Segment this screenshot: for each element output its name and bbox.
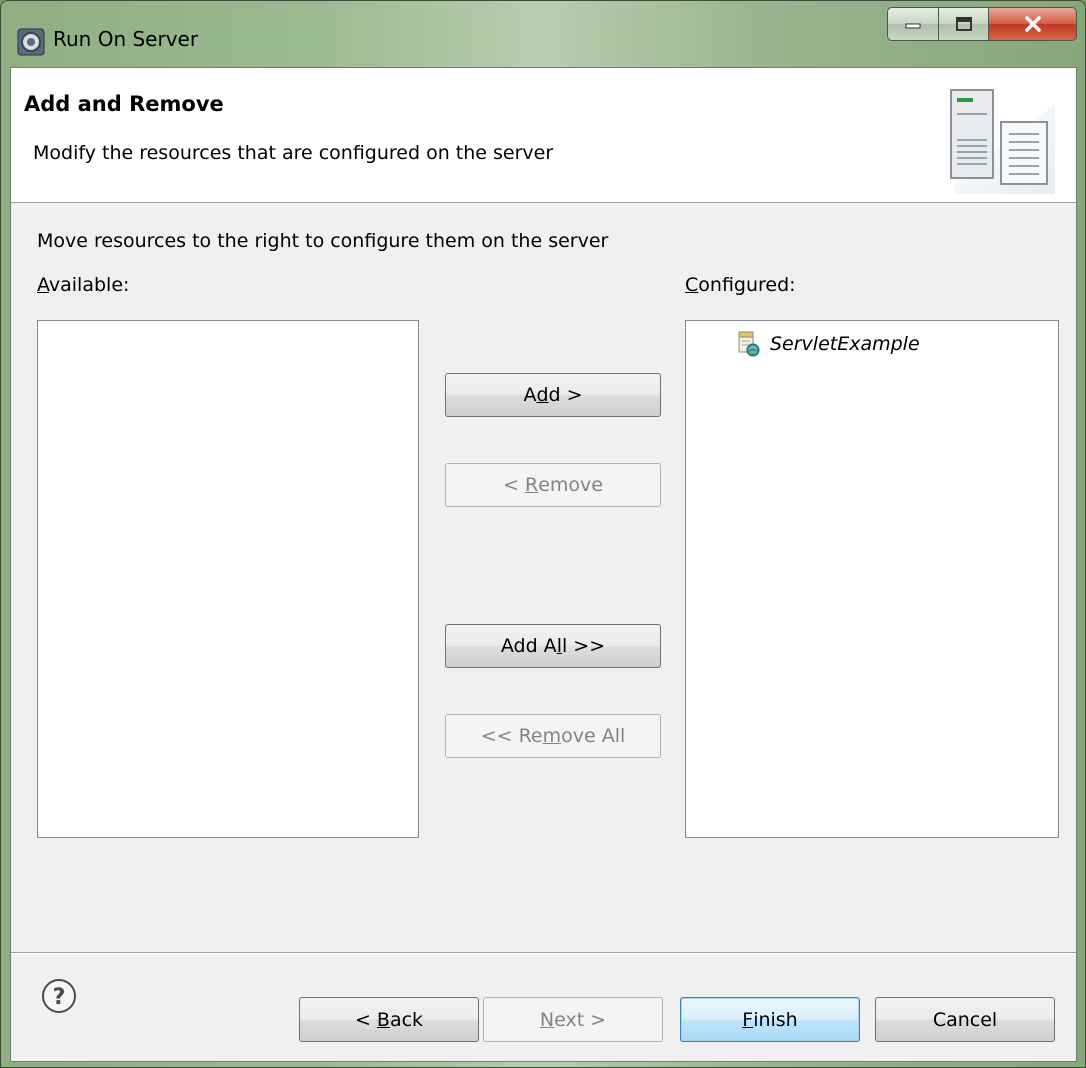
add-all-button[interactable]: Add All >>: [445, 624, 661, 668]
back-button[interactable]: < Back: [299, 997, 479, 1042]
list-item-label: ServletExample: [770, 333, 920, 355]
configured-label: Configured:: [685, 274, 796, 296]
dialog-client-area: Add and Remove Modify the resources that…: [10, 67, 1077, 1062]
remove-button[interactable]: < Remove: [445, 463, 661, 507]
title-bar[interactable]: Run On Server: [1, 1, 1085, 67]
next-button[interactable]: Next >: [483, 997, 663, 1042]
add-button[interactable]: Add >: [445, 373, 661, 417]
page-description: Modify the resources that are configured…: [33, 142, 554, 164]
remove-all-button[interactable]: << Re m ove All: [445, 714, 661, 758]
web-project-icon: [738, 331, 760, 357]
finish-button[interactable]: Finish: [680, 997, 860, 1042]
run-on-server-window: Run On Server Add and Remove Modify the …: [0, 0, 1086, 1068]
svg-text:?: ?: [53, 985, 66, 1010]
close-button[interactable]: [989, 7, 1077, 41]
server-wizard-icon: [950, 89, 1055, 194]
server-gear-icon: [17, 28, 45, 56]
minimize-button[interactable]: [887, 7, 939, 41]
window-title: Run On Server: [53, 27, 199, 51]
window-controls: [887, 7, 1077, 45]
list-item[interactable]: ServletExample: [736, 331, 920, 357]
help-icon[interactable]: ?: [41, 978, 77, 1014]
available-list[interactable]: [37, 320, 419, 838]
available-label: Available:: [37, 274, 130, 296]
wizard-header: Add and Remove Modify the resources that…: [11, 68, 1076, 203]
maximize-icon: [955, 17, 972, 31]
maximize-button[interactable]: [939, 7, 989, 41]
instruction-text: Move resources to the right to configure…: [37, 230, 609, 252]
cancel-button[interactable]: Cancel: [875, 997, 1055, 1042]
close-icon: [1024, 16, 1041, 32]
footer-separator: [11, 952, 1076, 954]
minimize-icon: [905, 23, 921, 29]
page-title: Add and Remove: [24, 92, 224, 116]
configured-list[interactable]: ServletExample: [685, 320, 1059, 838]
